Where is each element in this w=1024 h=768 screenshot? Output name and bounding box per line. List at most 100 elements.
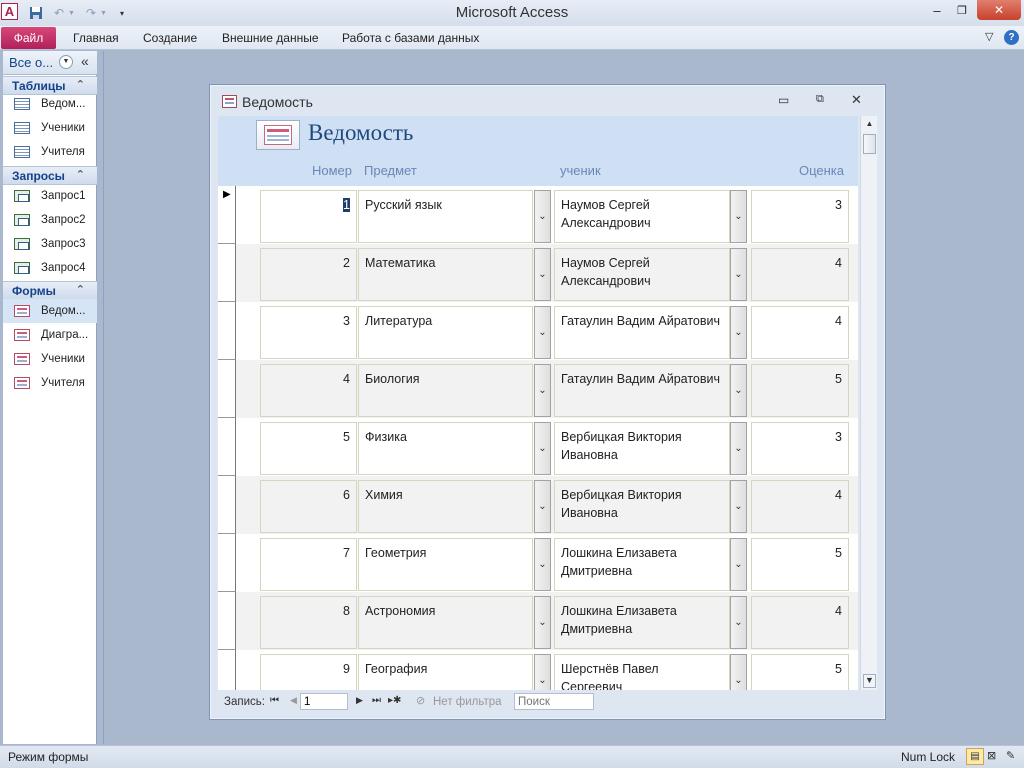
- subject-combo[interactable]: География: [358, 654, 533, 690]
- layout-view-icon[interactable]: ⊠: [987, 749, 996, 762]
- scroll-down-icon[interactable]: ▼: [863, 674, 876, 688]
- access-logo-icon[interactable]: A: [1, 3, 18, 20]
- student-combo[interactable]: Лошкина Елизавета Дмитриевна: [554, 538, 730, 591]
- subject-combo[interactable]: Астрономия: [358, 596, 533, 649]
- filter-icon[interactable]: ⊘: [416, 694, 425, 707]
- tab-database-tools[interactable]: Работа с базами данных: [342, 31, 479, 45]
- record-selector[interactable]: [218, 534, 236, 592]
- dropdown-chevron-icon[interactable]: ⌄: [534, 596, 551, 649]
- record-selector[interactable]: [218, 360, 236, 418]
- dropdown-chevron-icon[interactable]: ⌄: [730, 364, 747, 417]
- nav-item-query4[interactable]: Запрос4: [3, 256, 97, 280]
- subject-combo[interactable]: Литература: [358, 306, 533, 359]
- dropdown-chevron-icon[interactable]: ⌄: [534, 654, 551, 690]
- subject-combo[interactable]: Химия: [358, 480, 533, 533]
- student-combo[interactable]: Вербицкая Виктория Ивановна: [554, 480, 730, 533]
- grade-field[interactable]: 4: [751, 248, 849, 301]
- last-record-icon[interactable]: ⏭: [372, 695, 381, 706]
- save-icon[interactable]: [27, 4, 45, 22]
- grade-field[interactable]: 4: [751, 306, 849, 359]
- nav-item-table-vedomost[interactable]: Ведом...: [3, 92, 97, 116]
- new-record-icon[interactable]: ▸✱: [388, 695, 401, 706]
- nav-item-form-uchitelya[interactable]: Учителя: [3, 371, 97, 395]
- record-selector[interactable]: [218, 302, 236, 360]
- collapse-group-icon[interactable]: ⌃: [76, 78, 85, 91]
- number-field[interactable]: 7: [260, 538, 357, 591]
- undo-dropdown-icon[interactable]: ▼: [67, 4, 76, 22]
- tab-create[interactable]: Создание: [143, 31, 197, 45]
- student-combo[interactable]: Вербицкая Виктория Ивановна: [554, 422, 730, 475]
- number-field[interactable]: 5: [260, 422, 357, 475]
- subject-combo[interactable]: Биология: [358, 364, 533, 417]
- nav-menu-dropdown-icon[interactable]: ▼: [59, 55, 73, 69]
- number-field[interactable]: 1: [260, 190, 357, 243]
- nav-pane-header[interactable]: Все о... ▼ «: [3, 51, 97, 75]
- filter-status[interactable]: Нет фильтра: [433, 696, 502, 708]
- tab-external-data[interactable]: Внешние данные: [222, 31, 319, 45]
- help-icon[interactable]: ?: [1004, 30, 1019, 45]
- search-input[interactable]: [514, 693, 594, 710]
- dropdown-chevron-icon[interactable]: ⌄: [534, 538, 551, 591]
- grade-field[interactable]: 3: [751, 190, 849, 243]
- dropdown-chevron-icon[interactable]: ⌄: [730, 248, 747, 301]
- subject-combo[interactable]: Русский язык: [358, 190, 533, 243]
- dropdown-chevron-icon[interactable]: ⌄: [534, 364, 551, 417]
- scroll-thumb[interactable]: [863, 134, 876, 154]
- collapse-group-icon[interactable]: ⌃: [76, 283, 85, 296]
- dropdown-chevron-icon[interactable]: ⌄: [730, 538, 747, 591]
- subject-combo[interactable]: Геометрия: [358, 538, 533, 591]
- nav-group-queries[interactable]: Запросы ⌃: [3, 166, 97, 185]
- collapse-pane-icon[interactable]: «: [81, 53, 89, 69]
- number-field[interactable]: 8: [260, 596, 357, 649]
- nav-group-forms[interactable]: Формы ⌃: [3, 281, 97, 300]
- dropdown-chevron-icon[interactable]: ⌄: [730, 306, 747, 359]
- number-field[interactable]: 2: [260, 248, 357, 301]
- scroll-up-icon[interactable]: ▲: [863, 119, 876, 131]
- next-record-icon[interactable]: ▶: [356, 695, 363, 706]
- dropdown-chevron-icon[interactable]: ⌄: [534, 190, 551, 243]
- nav-item-form-diagramma[interactable]: Диагра...: [3, 323, 97, 347]
- subject-combo[interactable]: Физика: [358, 422, 533, 475]
- student-combo[interactable]: Наумов Сергей Александрович: [554, 248, 730, 301]
- restore-icon[interactable]: ❐: [951, 0, 973, 20]
- record-selector[interactable]: [218, 592, 236, 650]
- dropdown-chevron-icon[interactable]: ⌄: [534, 248, 551, 301]
- redo-icon[interactable]: ↷: [82, 4, 100, 22]
- dropdown-chevron-icon[interactable]: ⌄: [730, 480, 747, 533]
- number-field[interactable]: 4: [260, 364, 357, 417]
- student-combo[interactable]: Гатаулин Вадим Айратович: [554, 306, 730, 359]
- collapse-group-icon[interactable]: ⌃: [76, 168, 85, 181]
- dropdown-chevron-icon[interactable]: ⌄: [730, 422, 747, 475]
- first-record-icon[interactable]: ⏮: [270, 695, 279, 706]
- form-vertical-scrollbar[interactable]: ▲ ▼: [860, 116, 877, 690]
- customize-toolbar-icon[interactable]: ▾: [116, 4, 128, 22]
- close-icon[interactable]: ✕: [977, 0, 1021, 20]
- grade-field[interactable]: 5: [751, 364, 849, 417]
- form-close-icon[interactable]: ✕: [851, 92, 862, 108]
- number-field[interactable]: 6: [260, 480, 357, 533]
- number-field[interactable]: 9: [260, 654, 357, 690]
- dropdown-chevron-icon[interactable]: ⌄: [534, 480, 551, 533]
- student-combo[interactable]: Лошкина Елизавета Дмитриевна: [554, 596, 730, 649]
- dropdown-chevron-icon[interactable]: ⌄: [730, 654, 747, 690]
- grade-field[interactable]: 5: [751, 538, 849, 591]
- record-selector[interactable]: [218, 244, 236, 302]
- grade-field[interactable]: 4: [751, 480, 849, 533]
- dropdown-chevron-icon[interactable]: ⌄: [730, 190, 747, 243]
- dropdown-chevron-icon[interactable]: ⌄: [534, 306, 551, 359]
- nav-item-query1[interactable]: Запрос1: [3, 184, 97, 208]
- number-field[interactable]: 3: [260, 306, 357, 359]
- nav-item-form-ucheniki[interactable]: Ученики: [3, 347, 97, 371]
- record-selector[interactable]: [218, 418, 236, 476]
- record-selector[interactable]: [218, 476, 236, 534]
- student-combo[interactable]: Шерстнёв Павел Сергеевич: [554, 654, 730, 690]
- student-combo[interactable]: Наумов Сергей Александрович: [554, 190, 730, 243]
- dropdown-chevron-icon[interactable]: ⌄: [730, 596, 747, 649]
- tab-home[interactable]: Главная: [73, 31, 119, 45]
- tab-file[interactable]: Файл: [1, 27, 56, 49]
- current-record-field[interactable]: [300, 693, 348, 710]
- undo-icon[interactable]: ↶: [50, 4, 68, 22]
- expand-ribbon-icon[interactable]: ▽: [985, 30, 993, 43]
- dropdown-chevron-icon[interactable]: ⌄: [534, 422, 551, 475]
- nav-item-query2[interactable]: Запрос2: [3, 208, 97, 232]
